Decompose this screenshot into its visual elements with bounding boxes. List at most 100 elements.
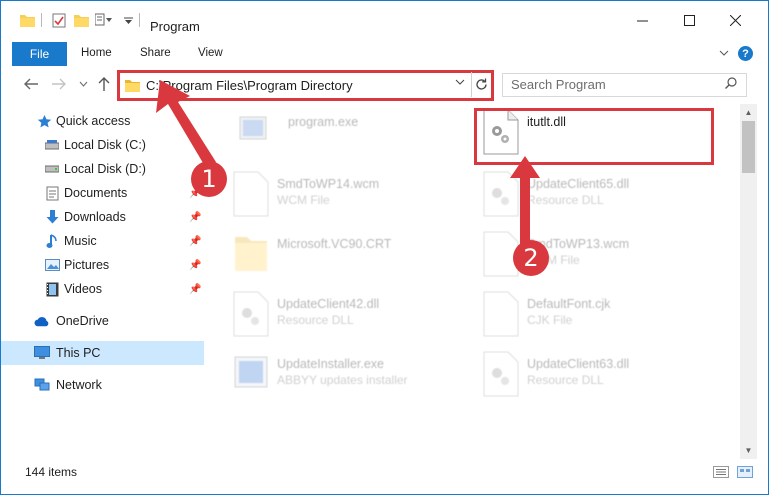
file-item[interactable]: SmdToWP14.wcm WCM File	[233, 171, 473, 229]
tab-share[interactable]: Share	[140, 47, 171, 59]
drive-icon	[44, 161, 60, 177]
sidebar-item-label: Local Disk (C:)	[64, 138, 146, 152]
customize-toolbar-icon[interactable]	[95, 12, 113, 28]
close-button[interactable]	[721, 9, 749, 31]
pictures-icon	[44, 257, 60, 273]
window-title: Program	[150, 19, 200, 34]
explorer-window: Program File Home Share View ? C:\Progra…	[0, 0, 769, 495]
sidebar-item-onedrive[interactable]: OneDrive	[1, 309, 204, 333]
sidebar-item-quick-access[interactable]: Quick access	[1, 109, 204, 133]
file-item[interactable]: DefaultFont.cjk CJK File	[483, 291, 723, 349]
file-item[interactable]: UpdateClient42.dll Resource DLL	[233, 291, 473, 349]
maximize-button[interactable]	[675, 9, 703, 31]
address-row: C:\Program Files\Program Directory	[1, 67, 768, 103]
recent-locations-icon[interactable]	[74, 75, 92, 93]
file-item[interactable]: Microsoft.VC90.CRT	[233, 231, 473, 289]
forward-arrow-icon[interactable]	[50, 75, 68, 93]
scroll-down-icon[interactable]: ▼	[740, 442, 757, 459]
chevron-down-icon[interactable]	[455, 77, 465, 89]
sidebar-item-downloads[interactable]: Downloads 📌	[1, 205, 204, 229]
sidebar-item-network[interactable]: Network	[1, 373, 204, 397]
file-name: SmdToWP14.wcm	[277, 177, 380, 191]
sidebar-item-label: Local Disk (D:)	[64, 162, 146, 176]
folder-icon	[125, 79, 140, 95]
star-icon	[36, 113, 52, 129]
sidebar-item-label: Videos	[64, 282, 102, 296]
chevron-down-icon[interactable]	[123, 12, 133, 28]
file-type: Resource DLL	[277, 313, 354, 327]
computer-icon	[34, 345, 50, 361]
file-item[interactable]: UpdateClient65.dll Resource DLL	[483, 171, 723, 229]
search-input[interactable]	[511, 77, 711, 92]
file-item[interactable]: program.exe	[236, 109, 476, 167]
sidebar-item-label: This PC	[56, 346, 101, 360]
tab-view[interactable]: View	[198, 47, 223, 59]
vertical-scrollbar[interactable]: ▲ ▼	[740, 104, 757, 459]
scroll-thumb[interactable]	[742, 121, 755, 173]
file-name: UpdateClient63.dll	[527, 357, 630, 371]
address-path[interactable]: C:\Program Files\Program Directory	[146, 78, 353, 93]
highlight-box	[474, 108, 714, 165]
minimize-button[interactable]	[628, 9, 656, 31]
sidebar-item-label: Documents	[64, 186, 128, 200]
new-folder-icon[interactable]	[73, 12, 89, 28]
sidebar-item-label: Quick access	[56, 114, 131, 128]
sidebar-item-label: Downloads	[64, 210, 126, 224]
exe-icon	[236, 109, 276, 155]
file-type: Resource DLL	[527, 193, 604, 207]
file-item[interactable]: UpdateInstaller.exe ABBYY updates instal…	[233, 351, 473, 409]
properties-icon[interactable]	[51, 12, 67, 28]
title-separator	[139, 13, 140, 27]
refresh-button[interactable]	[471, 72, 491, 97]
sidebar-item-videos[interactable]: Videos 📌	[1, 277, 204, 301]
ribbon-tabs: File Home Share View ?	[1, 42, 768, 66]
large-icons-view-icon[interactable]	[737, 466, 753, 478]
dll-gear-icon	[483, 351, 523, 397]
folder-icon	[233, 231, 273, 277]
tab-file[interactable]: File	[12, 42, 67, 66]
videos-icon	[44, 281, 60, 297]
details-view-icon[interactable]	[713, 466, 729, 478]
sidebar-item-label: Network	[56, 378, 102, 392]
pin-icon[interactable]: 📌	[189, 284, 201, 295]
file-name: UpdateClient42.dll	[277, 297, 380, 311]
address-bar[interactable]: C:\Program Files\Program Directory	[117, 70, 494, 101]
up-arrow-icon[interactable]	[95, 75, 113, 93]
download-icon	[44, 209, 60, 225]
sidebar-item-this-pc[interactable]: This PC	[1, 341, 204, 365]
sidebar-item-pictures[interactable]: Pictures 📌	[1, 253, 204, 277]
file-name: UpdateClient65.dll	[527, 177, 630, 191]
sidebar-item-label: Music	[64, 234, 97, 248]
drive-icon	[44, 137, 60, 153]
expand-ribbon-icon[interactable]	[719, 46, 729, 60]
sidebar-item-local-disk-c[interactable]: Local Disk (C:)	[1, 133, 204, 157]
file-type: CJK File	[527, 313, 573, 327]
sidebar-item-local-disk-d[interactable]: Local Disk (D:)	[1, 157, 204, 181]
back-arrow-icon[interactable]	[22, 75, 40, 93]
sidebar-item-label: Pictures	[64, 258, 110, 272]
search-box[interactable]	[502, 73, 747, 97]
file-name: Microsoft.VC90.CRT	[277, 237, 392, 251]
item-count: 144 items	[25, 465, 78, 479]
pin-icon[interactable]: 📌	[189, 236, 201, 247]
pin-icon[interactable]: 📌	[189, 260, 201, 271]
file-name: program.exe	[288, 115, 359, 129]
sidebar-item-label: OneDrive	[56, 314, 109, 328]
sidebar-item-documents[interactable]: Documents 📌	[1, 181, 204, 205]
dll-gear-icon	[483, 171, 523, 217]
file-item[interactable]: UpdateClient63.dll Resource DLL	[483, 351, 723, 409]
file-name: DefaultFont.cjk	[527, 297, 611, 311]
help-icon[interactable]: ?	[738, 46, 753, 61]
documents-icon	[44, 185, 60, 201]
status-bar: 144 items	[1, 460, 768, 484]
pin-icon[interactable]: 📌	[189, 212, 201, 223]
scroll-up-icon[interactable]: ▲	[740, 104, 757, 121]
installer-icon	[233, 351, 273, 397]
sidebar-item-music[interactable]: Music 📌	[1, 229, 204, 253]
file-icon	[483, 291, 523, 337]
search-icon[interactable]	[725, 77, 737, 92]
tab-home[interactable]: Home	[81, 47, 112, 59]
title-bar: Program	[1, 1, 768, 39]
file-type: WCM File	[277, 193, 330, 207]
file-icon	[233, 171, 273, 217]
